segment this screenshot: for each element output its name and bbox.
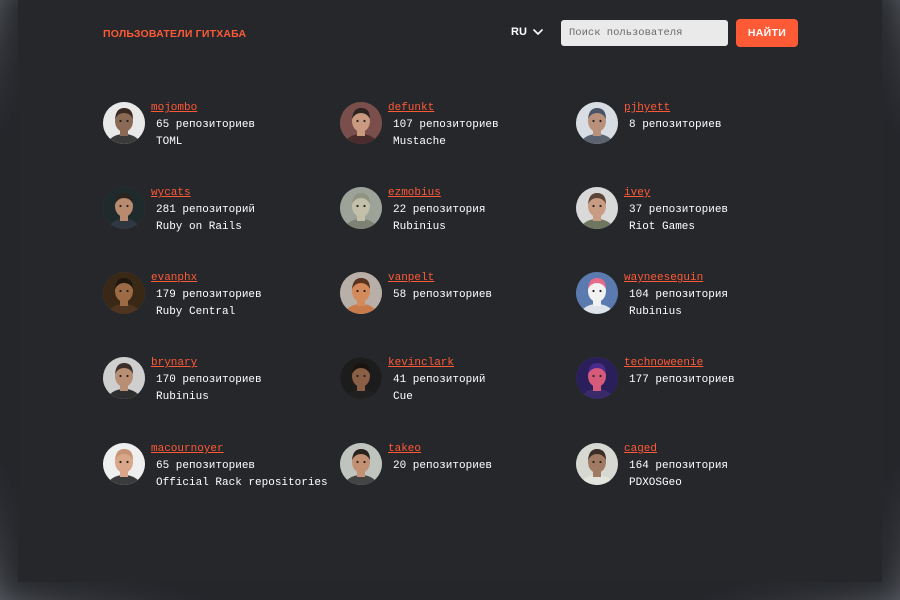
user-login-link[interactable]: mojombo bbox=[151, 102, 197, 114]
user-card: ivey 37 репозиториев Riot Games bbox=[576, 187, 806, 247]
user-organization: Rubinius bbox=[629, 306, 682, 318]
avatar[interactable] bbox=[340, 102, 382, 144]
user-repo-count: 164 репозитория bbox=[629, 460, 729, 472]
user-card: macournoyer 65 репозиториев Official Rack … bbox=[103, 443, 333, 503]
user-organization: Rubinius bbox=[156, 391, 209, 403]
user-repo-count: 41 репозиторий bbox=[393, 374, 486, 386]
user-organization: PDXOSGeo bbox=[629, 477, 682, 489]
user-organization: Official Rack repositories bbox=[156, 477, 328, 489]
avatar[interactable] bbox=[576, 187, 618, 229]
language-label: RU bbox=[511, 26, 527, 38]
user-repo-count: 37 репозиториев bbox=[629, 204, 729, 216]
user-login-link[interactable]: vanpelt bbox=[388, 272, 434, 284]
user-organization: TOML bbox=[156, 136, 183, 148]
avatar[interactable] bbox=[340, 187, 382, 229]
user-login-link[interactable]: macournoyer bbox=[151, 443, 224, 455]
user-organization: Mustache bbox=[393, 136, 446, 148]
chevron-down-icon bbox=[533, 28, 543, 35]
user-login-link[interactable]: technoweenie bbox=[624, 357, 703, 369]
avatar[interactable] bbox=[103, 102, 145, 144]
user-card: technoweenie 177 репозиториев bbox=[576, 357, 806, 417]
user-repo-count: 104 репозитория bbox=[629, 289, 729, 301]
user-login-link[interactable]: evanphx bbox=[151, 272, 197, 284]
user-card: takeo 20 репозиториев bbox=[340, 443, 570, 503]
user-card: brynary 170 репозиториев Rubinius bbox=[103, 357, 333, 417]
user-login-link[interactable]: ezmobius bbox=[388, 187, 441, 199]
user-repo-count: 179 репозиториев bbox=[156, 289, 262, 301]
user-login-link[interactable]: defunkt bbox=[388, 102, 434, 114]
avatar[interactable] bbox=[576, 357, 618, 399]
user-card: defunkt 107 репозиториев Mustache bbox=[340, 102, 570, 162]
search-input[interactable] bbox=[561, 20, 728, 46]
avatar[interactable] bbox=[103, 187, 145, 229]
avatar[interactable] bbox=[340, 443, 382, 485]
user-login-link[interactable]: kevinclark bbox=[388, 357, 454, 369]
search-button[interactable]: НАЙТИ bbox=[736, 19, 798, 47]
avatar[interactable] bbox=[340, 357, 382, 399]
avatar[interactable] bbox=[103, 272, 145, 314]
user-card: mojombo 65 репозиториев TOML bbox=[103, 102, 333, 162]
user-organization: Cue bbox=[393, 391, 413, 403]
user-repo-count: 65 репозиториев bbox=[156, 460, 256, 472]
user-repo-count: 170 репозиториев bbox=[156, 374, 262, 386]
user-login-link[interactable]: wayneeseguin bbox=[624, 272, 703, 284]
user-repo-count: 281 репозиторий bbox=[156, 204, 256, 216]
user-card: ezmobius 22 репозитория Rubinius bbox=[340, 187, 570, 247]
user-card: caged 164 репозитория PDXOSGeo bbox=[576, 443, 806, 503]
user-login-link[interactable]: pjhyett bbox=[624, 102, 670, 114]
avatar[interactable] bbox=[576, 443, 618, 485]
avatar[interactable] bbox=[103, 443, 145, 485]
user-card: evanphx 179 репозиториев Ruby Central bbox=[103, 272, 333, 332]
user-organization: Ruby Central bbox=[156, 306, 236, 318]
language-selector[interactable]: RU bbox=[511, 26, 543, 38]
avatar[interactable] bbox=[103, 357, 145, 399]
user-card: vanpelt 58 репозиториев bbox=[340, 272, 570, 332]
user-organization: Rubinius bbox=[393, 221, 446, 233]
avatar[interactable] bbox=[576, 102, 618, 144]
avatar[interactable] bbox=[576, 272, 618, 314]
user-card: wayneeseguin 104 репозитория Rubinius bbox=[576, 272, 806, 332]
user-card: pjhyett 8 репозиториев bbox=[576, 102, 806, 162]
user-organization: Ruby on Rails bbox=[156, 221, 242, 233]
user-repo-count: 107 репозиториев bbox=[393, 119, 499, 131]
user-card: wycats 281 репозиторий Ruby on Rails bbox=[103, 187, 333, 247]
user-repo-count: 58 репозиториев bbox=[393, 289, 493, 301]
user-repo-count: 177 репозиториев bbox=[629, 374, 735, 386]
user-login-link[interactable]: takeo bbox=[388, 443, 421, 455]
user-login-link[interactable]: caged bbox=[624, 443, 657, 455]
user-card: kevinclark 41 репозиторий Cue bbox=[340, 357, 570, 417]
user-repo-count: 65 репозиториев bbox=[156, 119, 256, 131]
user-repo-count: 8 репозиториев bbox=[629, 119, 722, 131]
user-repo-count: 22 репозитория bbox=[393, 204, 486, 216]
user-login-link[interactable]: brynary bbox=[151, 357, 197, 369]
user-repo-count: 20 репозиториев bbox=[393, 460, 493, 472]
user-login-link[interactable]: ivey bbox=[624, 187, 650, 199]
user-login-link[interactable]: wycats bbox=[151, 187, 191, 199]
app-logo[interactable]: ПОЛЬЗОВАТЕЛИ ГИТХАБА bbox=[103, 28, 246, 40]
avatar[interactable] bbox=[340, 272, 382, 314]
user-organization: Riot Games bbox=[629, 221, 696, 233]
